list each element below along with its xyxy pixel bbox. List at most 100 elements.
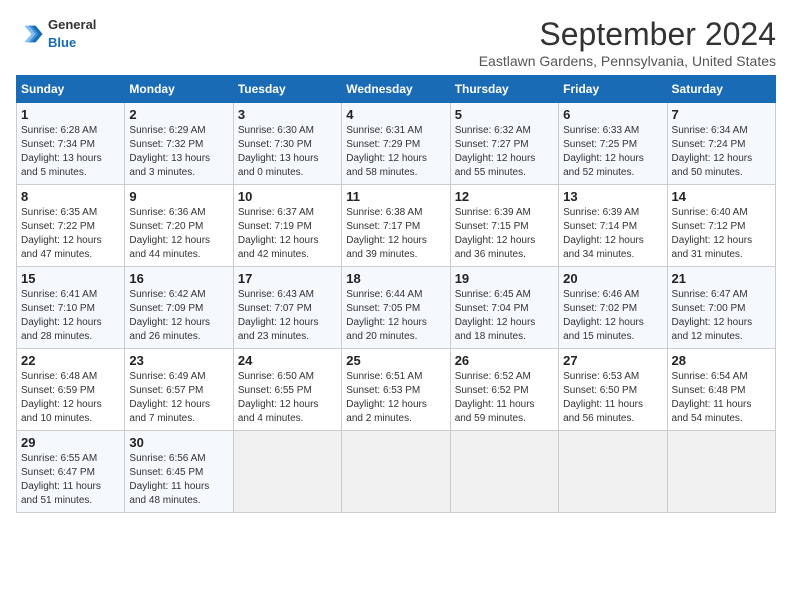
day-info: Sunrise: 6:40 AM Sunset: 7:12 PM Dayligh…	[672, 206, 771, 262]
day-info: Sunrise: 6:56 AM Sunset: 6:45 PM Dayligh…	[129, 452, 228, 508]
day-info: Sunrise: 6:39 AM Sunset: 7:14 PM Dayligh…	[563, 206, 662, 262]
calendar-cell: 13 Sunrise: 6:39 AM Sunset: 7:14 PM Dayli…	[559, 185, 667, 267]
day-number: 4	[346, 107, 445, 122]
day-number: 19	[455, 271, 554, 286]
day-info: Sunrise: 6:43 AM Sunset: 7:07 PM Dayligh…	[238, 288, 337, 344]
day-info: Sunrise: 6:30 AM Sunset: 7:30 PM Dayligh…	[238, 124, 337, 180]
calendar-cell: 27 Sunrise: 6:53 AM Sunset: 6:50 PM Dayli…	[559, 349, 667, 431]
calendar-cell: 2 Sunrise: 6:29 AM Sunset: 7:32 PM Daylig…	[125, 103, 233, 185]
title-section: September 2024 Eastlawn Gardens, Pennsyl…	[479, 16, 776, 69]
dow-header-monday: Monday	[125, 76, 233, 103]
day-number: 26	[455, 353, 554, 368]
calendar-cell: 15 Sunrise: 6:41 AM Sunset: 7:10 PM Dayli…	[17, 267, 125, 349]
day-info: Sunrise: 6:42 AM Sunset: 7:09 PM Dayligh…	[129, 288, 228, 344]
day-info: Sunrise: 6:53 AM Sunset: 6:50 PM Dayligh…	[563, 370, 662, 426]
day-number: 2	[129, 107, 228, 122]
dow-header-tuesday: Tuesday	[233, 76, 341, 103]
day-number: 1	[21, 107, 120, 122]
calendar-cell: 29 Sunrise: 6:55 AM Sunset: 6:47 PM Dayli…	[17, 431, 125, 513]
day-number: 30	[129, 435, 228, 450]
day-number: 15	[21, 271, 120, 286]
day-info: Sunrise: 6:55 AM Sunset: 6:47 PM Dayligh…	[21, 452, 120, 508]
day-number: 29	[21, 435, 120, 450]
dow-header-friday: Friday	[559, 76, 667, 103]
dow-header-sunday: Sunday	[17, 76, 125, 103]
day-info: Sunrise: 6:32 AM Sunset: 7:27 PM Dayligh…	[455, 124, 554, 180]
day-number: 20	[563, 271, 662, 286]
calendar-cell: 16 Sunrise: 6:42 AM Sunset: 7:09 PM Dayli…	[125, 267, 233, 349]
day-number: 14	[672, 189, 771, 204]
calendar-cell: 21 Sunrise: 6:47 AM Sunset: 7:00 PM Dayli…	[667, 267, 775, 349]
logo-icon	[16, 20, 44, 48]
day-info: Sunrise: 6:52 AM Sunset: 6:52 PM Dayligh…	[455, 370, 554, 426]
day-info: Sunrise: 6:51 AM Sunset: 6:53 PM Dayligh…	[346, 370, 445, 426]
day-info: Sunrise: 6:44 AM Sunset: 7:05 PM Dayligh…	[346, 288, 445, 344]
day-info: Sunrise: 6:29 AM Sunset: 7:32 PM Dayligh…	[129, 124, 228, 180]
calendar-cell: 17 Sunrise: 6:43 AM Sunset: 7:07 PM Dayli…	[233, 267, 341, 349]
day-number: 7	[672, 107, 771, 122]
calendar-cell: 10 Sunrise: 6:37 AM Sunset: 7:19 PM Dayli…	[233, 185, 341, 267]
day-number: 13	[563, 189, 662, 204]
dow-header-saturday: Saturday	[667, 76, 775, 103]
day-number: 10	[238, 189, 337, 204]
day-info: Sunrise: 6:41 AM Sunset: 7:10 PM Dayligh…	[21, 288, 120, 344]
day-number: 9	[129, 189, 228, 204]
calendar-cell	[559, 431, 667, 513]
day-number: 18	[346, 271, 445, 286]
calendar-cell: 6Sunrise: 6:33 AM Sunset: 7:25 PM Daylig…	[559, 103, 667, 185]
calendar-cell: 12Sunrise: 6:39 AM Sunset: 7:15 PM Dayli…	[450, 185, 558, 267]
day-info: Sunrise: 6:28 AM Sunset: 7:34 PM Dayligh…	[21, 124, 120, 180]
day-number: 5	[455, 107, 554, 122]
day-info: Sunrise: 6:47 AM Sunset: 7:00 PM Dayligh…	[672, 288, 771, 344]
day-info: Sunrise: 6:34 AM Sunset: 7:24 PM Dayligh…	[672, 124, 771, 180]
month-title: September 2024	[479, 16, 776, 53]
day-info: Sunrise: 6:50 AM Sunset: 6:55 PM Dayligh…	[238, 370, 337, 426]
day-info: Sunrise: 6:46 AM Sunset: 7:02 PM Dayligh…	[563, 288, 662, 344]
day-info: Sunrise: 6:36 AM Sunset: 7:20 PM Dayligh…	[129, 206, 228, 262]
calendar-cell: 9 Sunrise: 6:36 AM Sunset: 7:20 PM Daylig…	[125, 185, 233, 267]
day-info: Sunrise: 6:54 AM Sunset: 6:48 PM Dayligh…	[672, 370, 771, 426]
calendar-cell: 25 Sunrise: 6:51 AM Sunset: 6:53 PM Dayli…	[342, 349, 450, 431]
calendar-cell: 8Sunrise: 6:35 AM Sunset: 7:22 PM Daylig…	[17, 185, 125, 267]
calendar-cell: 1 Sunrise: 6:28 AM Sunset: 7:34 PM Daylig…	[17, 103, 125, 185]
calendar-cell	[233, 431, 341, 513]
day-number: 17	[238, 271, 337, 286]
day-number: 3	[238, 107, 337, 122]
day-number: 11	[346, 189, 445, 204]
calendar-cell: 30 Sunrise: 6:56 AM Sunset: 6:45 PM Dayli…	[125, 431, 233, 513]
day-number: 27	[563, 353, 662, 368]
calendar-cell: 3 Sunrise: 6:30 AM Sunset: 7:30 PM Daylig…	[233, 103, 341, 185]
location-title: Eastlawn Gardens, Pennsylvania, United S…	[479, 53, 776, 69]
calendar-cell	[342, 431, 450, 513]
day-info: Sunrise: 6:48 AM Sunset: 6:59 PM Dayligh…	[21, 370, 120, 426]
day-number: 22	[21, 353, 120, 368]
day-number: 24	[238, 353, 337, 368]
day-info: Sunrise: 6:33 AM Sunset: 7:25 PM Dayligh…	[563, 124, 662, 180]
day-info: Sunrise: 6:38 AM Sunset: 7:17 PM Dayligh…	[346, 206, 445, 262]
calendar-table: SundayMondayTuesdayWednesdayThursdayFrid…	[16, 75, 776, 513]
calendar-cell: 19 Sunrise: 6:45 AM Sunset: 7:04 PM Dayli…	[450, 267, 558, 349]
calendar-cell: 26 Sunrise: 6:52 AM Sunset: 6:52 PM Dayli…	[450, 349, 558, 431]
calendar-cell: 22 Sunrise: 6:48 AM Sunset: 6:59 PM Dayli…	[17, 349, 125, 431]
calendar-cell: 23Sunrise: 6:49 AM Sunset: 6:57 PM Dayli…	[125, 349, 233, 431]
day-number: 8	[21, 189, 120, 204]
day-number: 16	[129, 271, 228, 286]
calendar-cell: 11 Sunrise: 6:38 AM Sunset: 7:17 PM Dayli…	[342, 185, 450, 267]
day-number: 21	[672, 271, 771, 286]
day-info: Sunrise: 6:49 AM Sunset: 6:57 PM Dayligh…	[129, 370, 228, 426]
calendar-cell: 28 Sunrise: 6:54 AM Sunset: 6:48 PM Dayli…	[667, 349, 775, 431]
calendar-cell: 14 Sunrise: 6:40 AM Sunset: 7:12 PM Dayli…	[667, 185, 775, 267]
day-number: 28	[672, 353, 771, 368]
calendar-cell: 24 Sunrise: 6:50 AM Sunset: 6:55 PM Dayli…	[233, 349, 341, 431]
day-info: Sunrise: 6:31 AM Sunset: 7:29 PM Dayligh…	[346, 124, 445, 180]
logo-general-text: General Blue	[48, 16, 96, 52]
day-number: 25	[346, 353, 445, 368]
day-info: Sunrise: 6:45 AM Sunset: 7:04 PM Dayligh…	[455, 288, 554, 344]
day-info: Sunrise: 6:37 AM Sunset: 7:19 PM Dayligh…	[238, 206, 337, 262]
day-number: 12	[455, 189, 554, 204]
logo: General Blue	[16, 16, 96, 52]
calendar-cell: 18 Sunrise: 6:44 AM Sunset: 7:05 PM Dayli…	[342, 267, 450, 349]
dow-header-thursday: Thursday	[450, 76, 558, 103]
calendar-cell	[667, 431, 775, 513]
calendar-cell: 5 Sunrise: 6:32 AM Sunset: 7:27 PM Daylig…	[450, 103, 558, 185]
